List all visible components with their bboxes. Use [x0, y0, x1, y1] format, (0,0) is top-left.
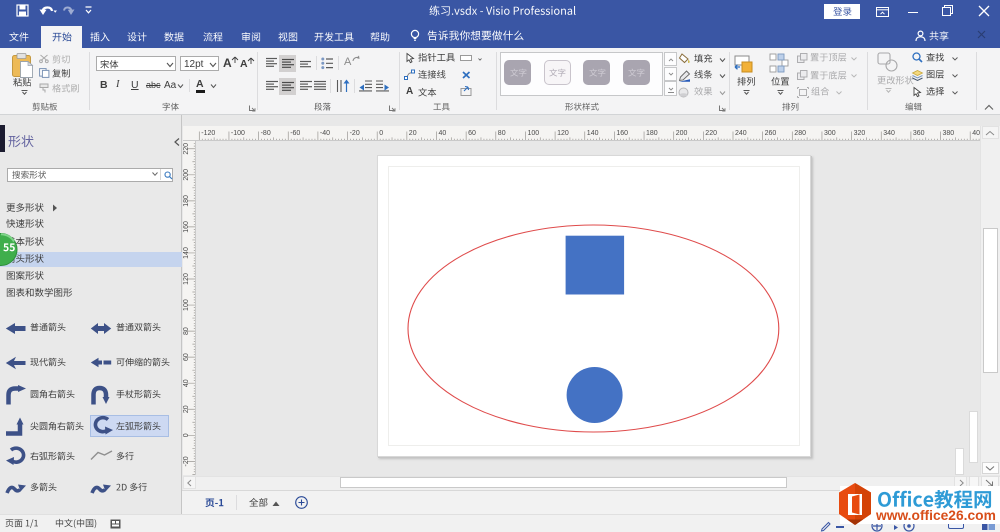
svg-text:240: 240: [735, 130, 747, 137]
svg-text:380: 380: [943, 130, 955, 137]
svg-text:280: 280: [794, 130, 806, 137]
svg-text:360: 360: [913, 130, 925, 137]
svg-text:140: 140: [587, 130, 599, 137]
svg-text:-20: -20: [350, 130, 360, 137]
svg-text:0: 0: [183, 433, 190, 437]
svg-text:100: 100: [528, 130, 540, 137]
svg-text:320: 320: [854, 130, 866, 137]
svg-text:340: 340: [883, 130, 895, 137]
svg-text:-100: -100: [231, 130, 245, 137]
svg-text:160: 160: [183, 221, 190, 233]
svg-text:20: 20: [409, 130, 417, 137]
svg-text:200: 200: [676, 130, 688, 137]
svg-text:200: 200: [183, 169, 190, 181]
svg-text:-60: -60: [290, 130, 300, 137]
svg-text:-20: -20: [183, 456, 190, 466]
svg-text:180: 180: [646, 130, 658, 137]
svg-text:80: 80: [498, 130, 506, 137]
svg-text:-80: -80: [261, 130, 271, 137]
svg-text:120: 120: [557, 130, 569, 137]
svg-text:260: 260: [765, 130, 777, 137]
svg-text:100: 100: [183, 299, 190, 311]
svg-text:60: 60: [183, 353, 190, 361]
svg-text:160: 160: [616, 130, 628, 137]
svg-text:40: 40: [183, 379, 190, 387]
svg-text:180: 180: [183, 195, 190, 207]
svg-text:20: 20: [183, 405, 190, 413]
svg-text:220: 220: [183, 143, 190, 155]
svg-text:120: 120: [183, 273, 190, 285]
svg-text:40: 40: [439, 130, 447, 137]
svg-text:60: 60: [468, 130, 476, 137]
svg-text:220: 220: [705, 130, 717, 137]
svg-text:0: 0: [379, 130, 383, 137]
svg-text:300: 300: [824, 130, 836, 137]
svg-text:-120: -120: [201, 130, 215, 137]
svg-text:140: 140: [183, 247, 190, 259]
svg-text:-40: -40: [320, 130, 330, 137]
svg-text:80: 80: [183, 327, 190, 335]
